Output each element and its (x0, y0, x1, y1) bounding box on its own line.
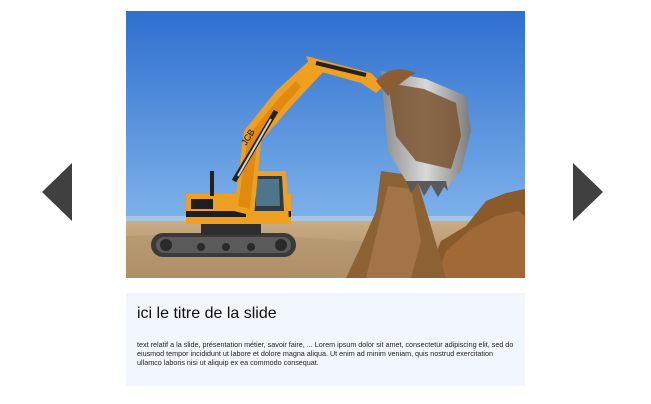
slide-title: ici le titre de la slide (137, 305, 277, 322)
slider: JCB ici le titre de la slide text relati… (0, 0, 651, 404)
slide-caption: ici le titre de la slide text relatif a … (126, 293, 525, 386)
arrow-left-icon[interactable] (42, 163, 72, 221)
arrow-right-icon[interactable] (573, 163, 603, 221)
slide-image: JCB (126, 11, 525, 278)
excavator-photo: JCB (126, 11, 525, 278)
slide-text: text relatif a la slide, présentation mé… (137, 340, 514, 367)
slide: JCB ici le titre de la slide text relati… (126, 11, 525, 386)
